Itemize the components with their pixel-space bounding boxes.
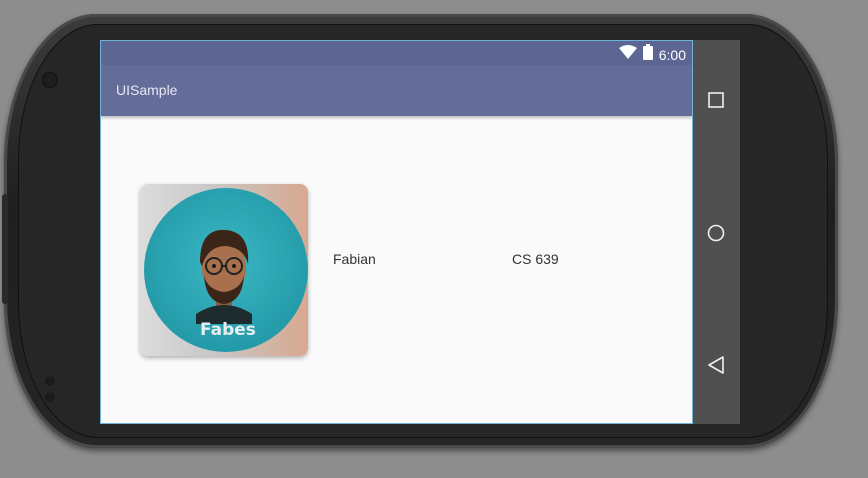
- volume-button: [2, 194, 8, 304]
- course-code: CS 639: [512, 251, 559, 267]
- status-bar: 6:00: [101, 41, 692, 65]
- recents-square-icon: [708, 92, 724, 108]
- app-bar: UISample: [101, 65, 692, 116]
- battery-icon: [642, 44, 653, 65]
- app-title: UISample: [116, 82, 178, 98]
- wifi-icon: [618, 45, 637, 64]
- device-screen: 6:00 UISample Fabes Fabian CS 639: [100, 40, 693, 424]
- student-name: Fabian: [333, 251, 376, 267]
- back-button[interactable]: [705, 354, 727, 376]
- status-time: 6:00: [658, 46, 686, 63]
- sensor-top: [45, 376, 55, 386]
- navigation-bar: [693, 40, 740, 424]
- recents-button[interactable]: [705, 89, 727, 111]
- content-area: Fabes Fabian CS 639: [101, 116, 692, 423]
- back-triangle-icon: [708, 356, 724, 374]
- avatar-label: Fabes: [200, 320, 256, 340]
- sensor-bottom: [45, 392, 55, 402]
- front-camera: [42, 72, 58, 88]
- home-button[interactable]: [705, 222, 727, 244]
- avatar-image[interactable]: Fabes: [140, 184, 308, 356]
- home-circle-icon: [707, 224, 725, 242]
